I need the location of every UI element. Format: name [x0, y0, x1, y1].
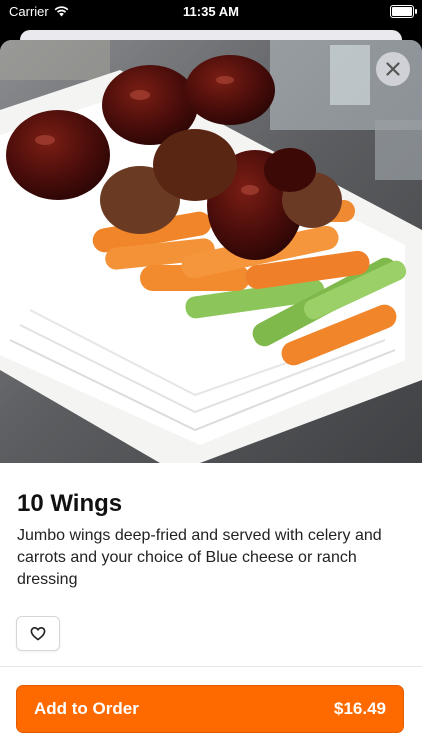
item-price: $16.49	[334, 699, 386, 718]
item-description: Jumbo wings deep-fried and served with c…	[17, 527, 382, 588]
status-time: 11:35 AM	[183, 4, 239, 19]
add-to-order-button[interactable]: Add to Order $16.49	[16, 685, 404, 733]
close-icon	[386, 62, 400, 76]
item-photo	[0, 40, 422, 463]
item-detail-sheet: 10 Wings Jumbo wings deep-fried and serv…	[0, 40, 422, 750]
heart-icon	[30, 627, 46, 641]
wings-plate-illustration	[0, 40, 422, 463]
status-bar: Carrier 11:35 AM	[0, 0, 422, 22]
favorite-button[interactable]	[16, 616, 60, 651]
close-button[interactable]	[376, 52, 410, 86]
divider	[0, 666, 422, 667]
add-to-order-label: Add to Order	[34, 699, 139, 718]
item-title: 10 Wings	[17, 490, 123, 517]
battery-icon	[390, 5, 417, 18]
